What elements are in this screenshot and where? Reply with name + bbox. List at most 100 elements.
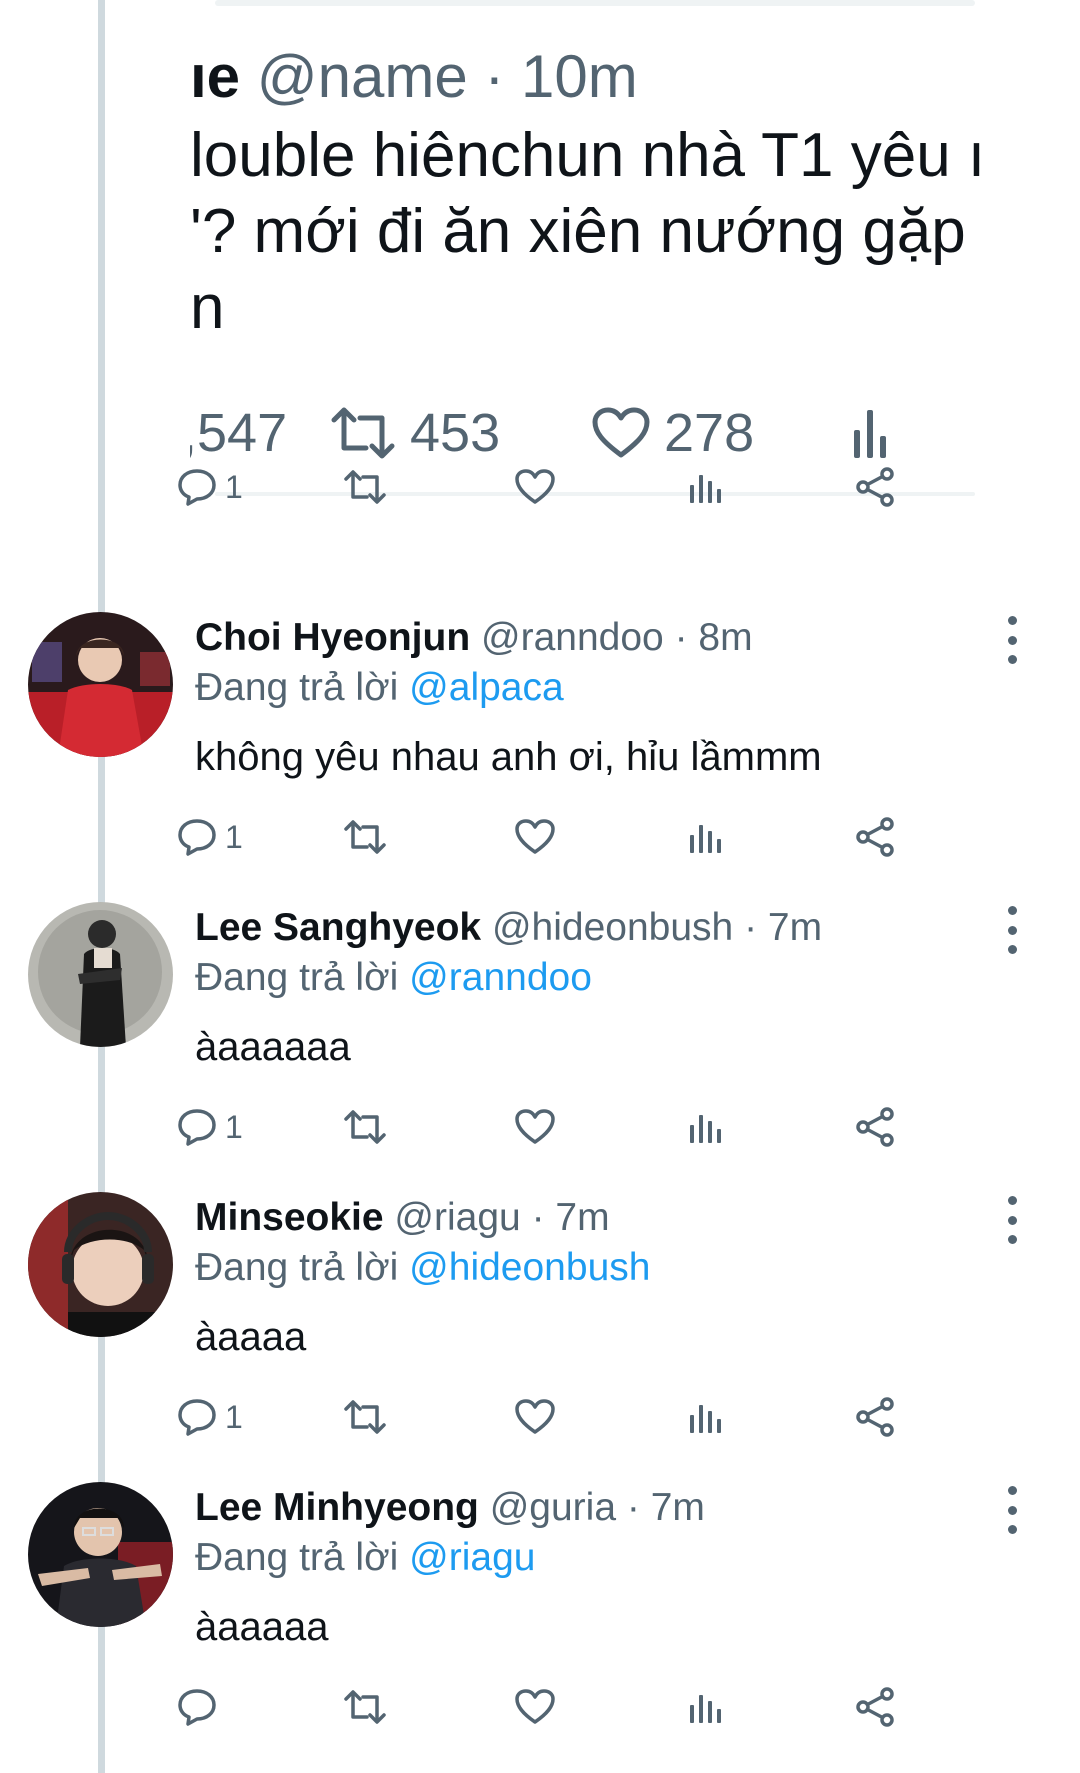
- reply-author-handle[interactable]: @hideonbush: [492, 906, 733, 949]
- reply-button[interactable]: [177, 1682, 225, 1732]
- more-icon-dot: [1007, 906, 1017, 915]
- reply-button[interactable]: 1: [177, 1392, 243, 1442]
- quoted-tweet[interactable]: ıe @name · 10m louble hiênchun nhà T1 yê…: [190, 0, 1020, 500]
- reply-timestamp[interactable]: 7m: [555, 1196, 609, 1239]
- more-icon-dot: [1007, 1505, 1017, 1515]
- reply-text: không yêu nhau anh ơi, hỉu lầmmm: [195, 735, 822, 779]
- replying-to-mention[interactable]: @riagu: [409, 1536, 535, 1579]
- replying-to-mention[interactable]: @ranndoo: [409, 956, 592, 999]
- reply-action-bar: 1: [178, 1392, 1015, 1442]
- retweet-icon: [344, 1400, 386, 1434]
- more-options-button[interactable]: [1000, 616, 1024, 664]
- reply-separator: ·: [674, 616, 688, 659]
- reply-text: àaaaa: [195, 1315, 307, 1359]
- reply-tweet[interactable]: Minseokie @riagu · 7m Đang trả lời @hide…: [0, 1192, 1080, 1482]
- quoted-views-count: ,547: [190, 403, 288, 463]
- replying-to-mention[interactable]: @alpaca: [409, 666, 564, 709]
- share-button[interactable]: [855, 812, 895, 862]
- like-button[interactable]: [515, 1392, 555, 1442]
- reply-icon: [178, 1689, 216, 1726]
- reply-tweet[interactable]: Lee Minhyeong @guria · 7m Đang trả lời @…: [0, 1482, 1080, 1772]
- views-button[interactable]: [689, 462, 723, 512]
- retweet-button[interactable]: [343, 812, 387, 862]
- quoted-text-line: '? mới đi ăn xiên nướng gặp: [190, 197, 966, 266]
- reply-timestamp[interactable]: 7m: [651, 1486, 705, 1529]
- like-icon: [515, 819, 555, 854]
- avatar-image: [28, 902, 173, 1047]
- avatar[interactable]: [28, 1192, 173, 1337]
- avatar[interactable]: [28, 612, 173, 757]
- quoted-text-line: n: [190, 273, 225, 342]
- more-icon-dot: [1007, 1486, 1017, 1495]
- views-icon: [690, 1695, 721, 1723]
- more-icon-dot: [1007, 925, 1017, 935]
- retweet-icon: [344, 820, 386, 854]
- reply-author-handle[interactable]: @guria: [490, 1486, 616, 1529]
- reply-header: Lee Sanghyeok @hideonbush · 7m: [195, 902, 822, 954]
- reply-icon: [178, 819, 216, 856]
- like-button[interactable]: [515, 1102, 555, 1152]
- replying-to-mention[interactable]: @hideonbush: [409, 1246, 650, 1289]
- retweet-button[interactable]: [343, 1102, 387, 1152]
- more-icon-dot: [1007, 1215, 1017, 1225]
- reply-author-handle[interactable]: @riagu: [394, 1196, 520, 1239]
- reply-button[interactable]: 1: [177, 1102, 243, 1152]
- retweet-icon: [344, 1690, 386, 1724]
- share-button[interactable]: [855, 1682, 895, 1732]
- avatar[interactable]: [28, 902, 173, 1047]
- quoted-views-stat[interactable]: ,547: [190, 398, 287, 468]
- reply-author-handle[interactable]: @ranndoo: [481, 616, 664, 659]
- quoted-views-chart[interactable]: [852, 398, 902, 468]
- share-button[interactable]: [855, 1392, 895, 1442]
- views-icon: [690, 825, 721, 853]
- more-icon-dot: [1007, 1525, 1017, 1534]
- reply-count: 1: [225, 1108, 243, 1145]
- retweet-icon: [331, 407, 395, 459]
- share-icon: [856, 1397, 894, 1437]
- quoted-author-handle[interactable]: @name: [257, 43, 468, 110]
- reply-author-name[interactable]: Lee Sanghyeok: [195, 906, 481, 949]
- views-button[interactable]: [689, 1102, 723, 1152]
- reply-count: 1: [225, 818, 243, 855]
- quoted-retweet-count: 453: [410, 403, 501, 463]
- like-button[interactable]: [515, 812, 555, 862]
- reply-button[interactable]: 1: [177, 462, 243, 512]
- reply-author-name[interactable]: Choi Hyeonjun: [195, 616, 470, 659]
- retweet-button[interactable]: [343, 1682, 387, 1732]
- quoted-like-stat[interactable]: 278: [592, 398, 754, 468]
- views-icon: [690, 475, 721, 503]
- reply-author-name[interactable]: Minseokie: [195, 1196, 384, 1239]
- avatar[interactable]: [28, 1482, 173, 1627]
- reply-timestamp[interactable]: 8m: [698, 616, 752, 659]
- reply-tweet[interactable]: Choi Hyeonjun @ranndoo · 8m Đang trả lời…: [0, 612, 1080, 902]
- reply-separator: ·: [626, 1486, 640, 1529]
- reply-author-name[interactable]: Lee Minhyeong: [195, 1486, 479, 1529]
- reply-tweet[interactable]: Lee Sanghyeok @hideonbush · 7m Đang trả …: [0, 902, 1080, 1192]
- share-button[interactable]: [855, 1102, 895, 1152]
- reply-icon: [178, 1399, 216, 1436]
- views-icon: [690, 1115, 721, 1143]
- reply-button[interactable]: 1: [177, 812, 243, 862]
- share-button[interactable]: [855, 462, 895, 512]
- reply-header: Lee Minhyeong @guria · 7m: [195, 1482, 705, 1534]
- reply-timestamp[interactable]: 7m: [768, 906, 822, 949]
- like-button[interactable]: [515, 462, 555, 512]
- replying-to: Đang trả lời @riagu: [195, 1532, 535, 1584]
- quoted-retweet-stat[interactable]: 453: [330, 398, 500, 468]
- quoted-separator: ·: [484, 43, 505, 110]
- more-options-button[interactable]: [1000, 906, 1024, 954]
- reply-header: Choi Hyeonjun @ranndoo · 8m: [195, 612, 753, 664]
- more-icon-dot: [1007, 1235, 1017, 1244]
- views-button[interactable]: [689, 1682, 723, 1732]
- like-icon: [592, 407, 650, 458]
- more-options-button[interactable]: [1000, 1196, 1024, 1244]
- views-button[interactable]: [689, 1392, 723, 1442]
- retweet-button[interactable]: [343, 1392, 387, 1442]
- retweet-button[interactable]: [343, 462, 387, 512]
- views-icon: [854, 410, 886, 458]
- replying-to: Đang trả lời @ranndoo: [195, 952, 592, 1004]
- views-button[interactable]: [689, 812, 723, 862]
- reply-count: 1: [225, 1398, 243, 1435]
- more-options-button[interactable]: [1000, 1486, 1024, 1534]
- like-button[interactable]: [515, 1682, 555, 1732]
